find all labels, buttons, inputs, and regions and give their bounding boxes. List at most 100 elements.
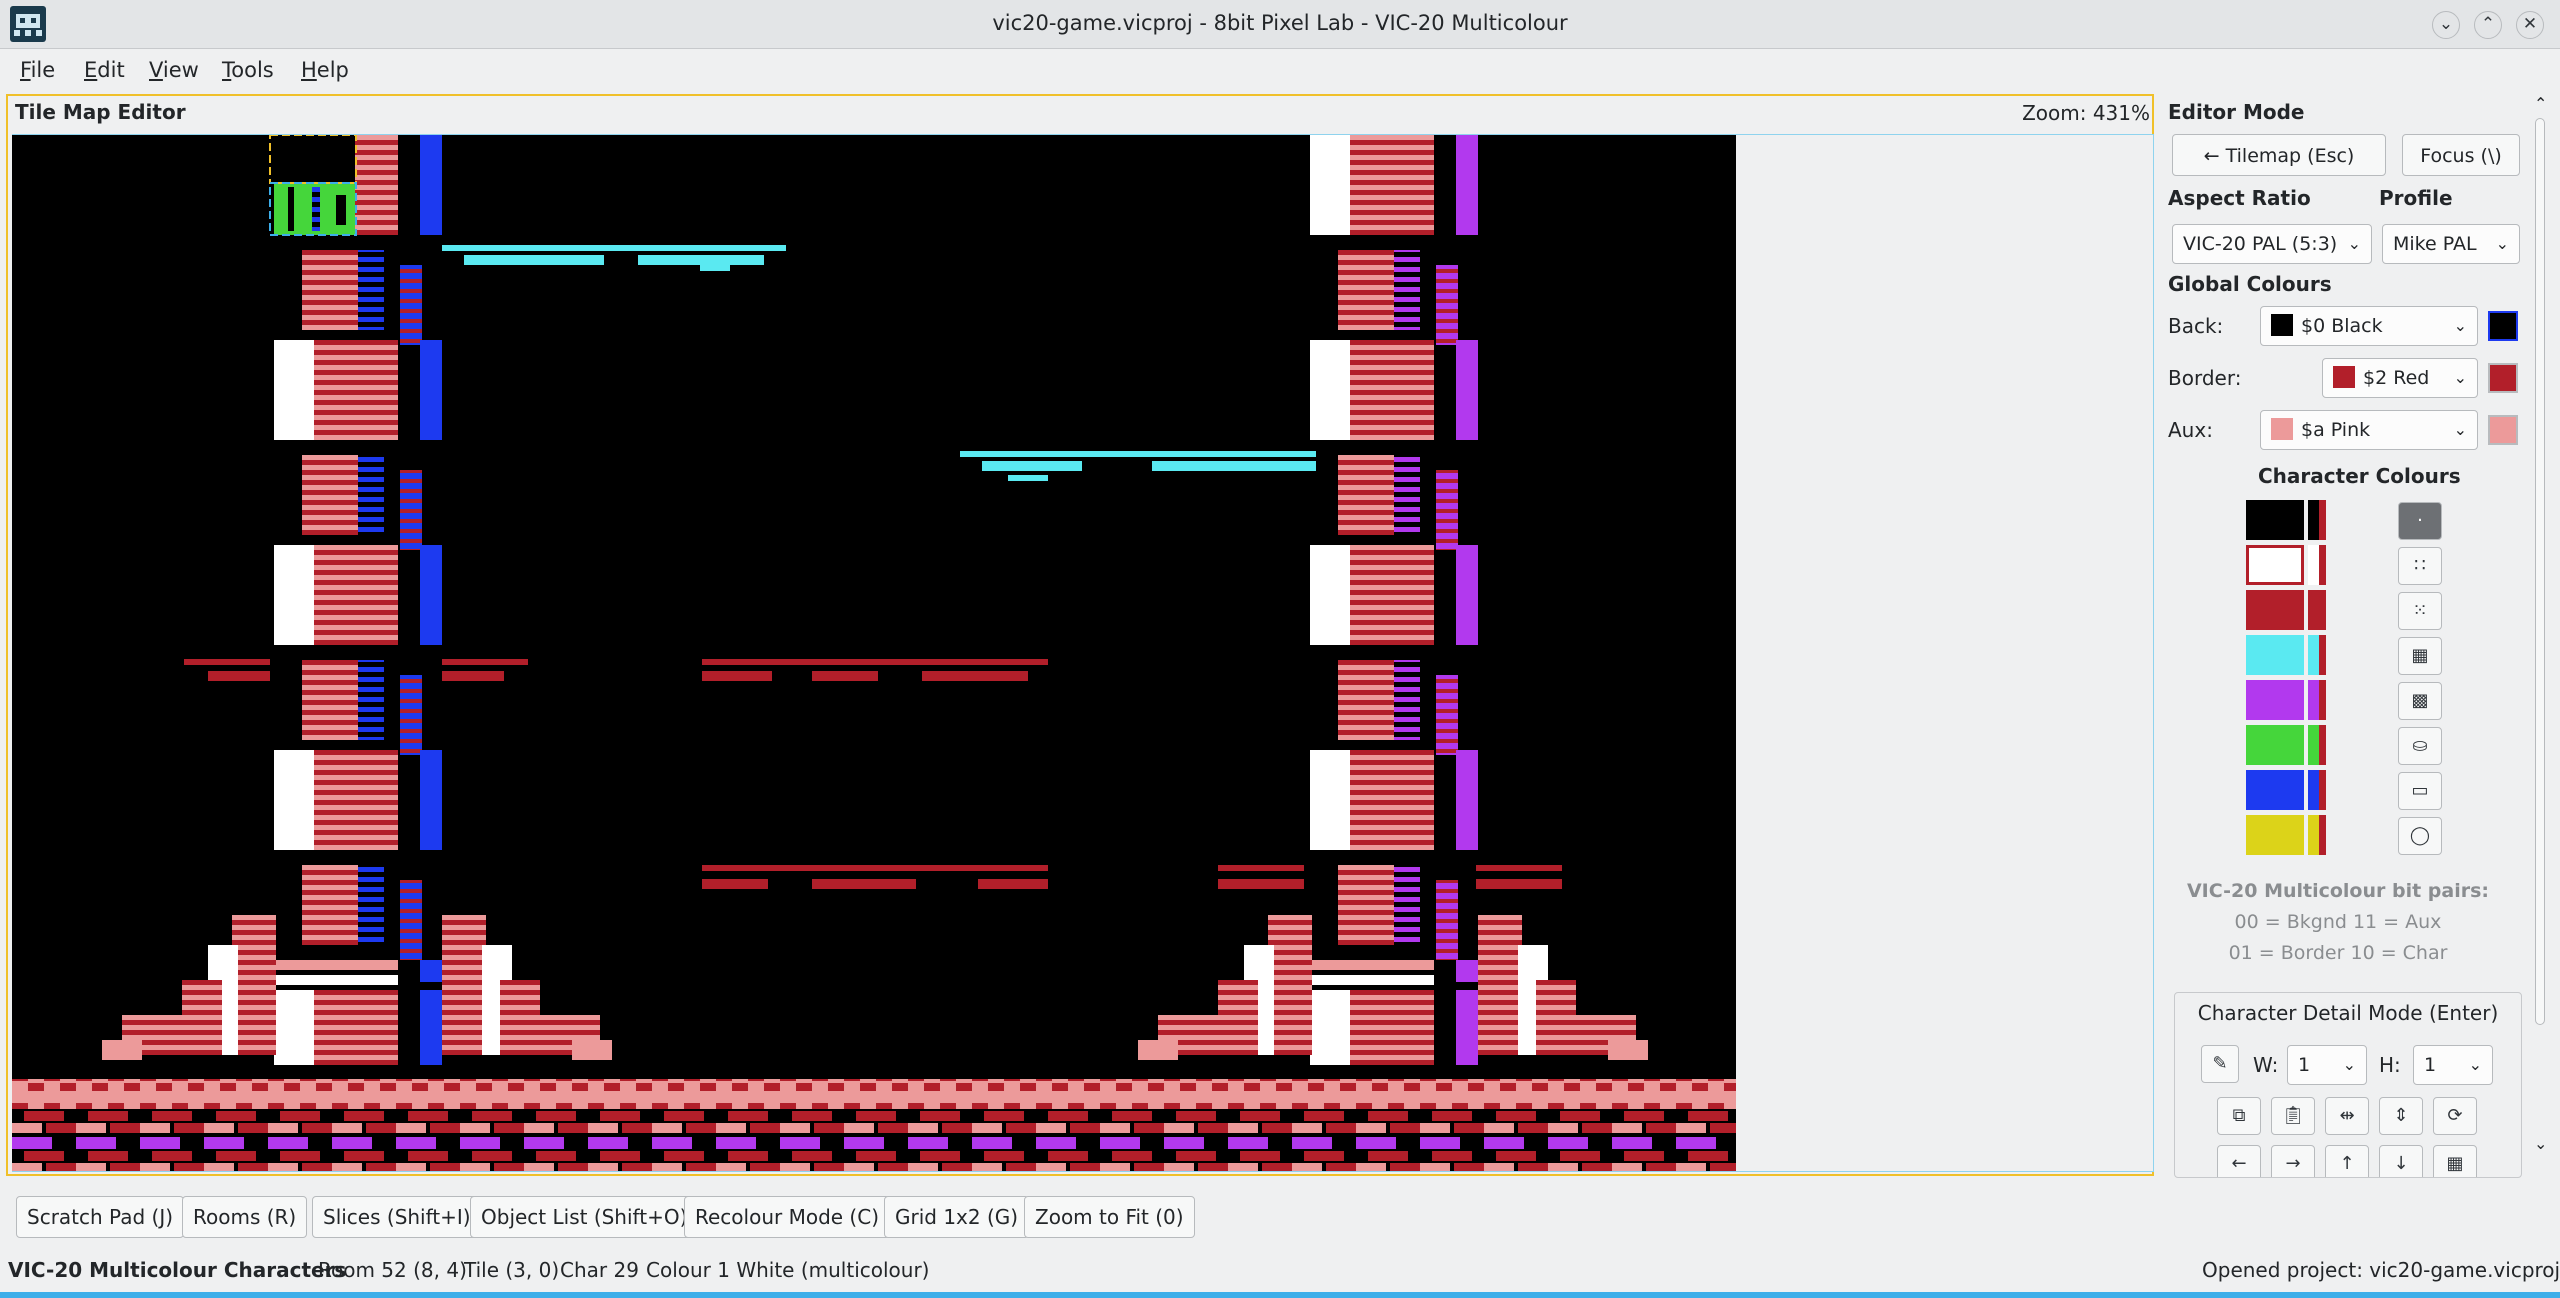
shift-left-icon[interactable]: ← [2217, 1145, 2261, 1177]
editor-title: Tile Map Editor [15, 100, 186, 124]
aspect-ratio-heading: Aspect Ratio [2168, 186, 2311, 210]
char-colour-black-preview [2308, 500, 2326, 540]
chevron-down-icon: ⌄ [2468, 1055, 2482, 1074]
pencil-icon[interactable]: ✎ [2201, 1045, 2239, 1083]
status-tile: Tile (3, 0) [464, 1258, 560, 1282]
object-list-button[interactable]: Object List (Shift+O) [470, 1196, 699, 1238]
fill-bucket-icon[interactable]: ⛀ [2398, 727, 2442, 765]
paste-icon[interactable]: 📋︎ [2271, 1097, 2315, 1135]
char-colour-yellow-preview [2308, 815, 2326, 855]
floor-bottom [12, 1111, 1736, 1171]
grid-icon[interactable]: ▦ [2433, 1145, 2477, 1177]
width-select[interactable]: 1 ⌄ [2287, 1045, 2367, 1085]
back-colour-select[interactable]: $0 Black ⌄ [2260, 306, 2478, 346]
close-button[interactable]: ✕ [2516, 11, 2544, 39]
grid-button[interactable]: Grid 1x2 (G) [884, 1196, 1030, 1238]
rooms-button[interactable]: Rooms (R) [182, 1196, 308, 1238]
colour-chip [2271, 314, 2293, 336]
back-label: Back: [2168, 314, 2224, 338]
status-colour: Colour 1 White (multicolour) [646, 1258, 930, 1282]
panel-scrollbar-thumb[interactable] [2535, 118, 2545, 1025]
character-colours-heading: Character Colours [2258, 464, 2461, 488]
status-mode: VIC-20 Multicolour Characters [8, 1258, 347, 1282]
aspect-ratio-select[interactable]: VIC-20 PAL (5:3) ⌄ [2172, 224, 2372, 264]
ellipse-tool-icon[interactable]: ◯ [2398, 817, 2442, 855]
aux-label: Aux: [2168, 418, 2213, 442]
menu-edit[interactable]: Edit [84, 58, 125, 82]
aux-colour-select[interactable]: $a Pink ⌄ [2260, 410, 2478, 450]
char-colour-red-preview [2308, 590, 2326, 630]
status-room: Room 52 (8, 4) [318, 1258, 467, 1282]
char-colour-purple-preview [2308, 680, 2326, 720]
shift-up-icon[interactable]: ↑ [2325, 1145, 2369, 1177]
char-colour-purple[interactable] [2246, 680, 2304, 720]
scratch-pad-button[interactable]: Scratch Pad (J) [16, 1196, 185, 1238]
bitpairs-title: VIC-20 Multicolour bit pairs: [2186, 880, 2490, 902]
character-detail-group: Character Detail Mode (Enter) ✎ W: 1 ⌄ H:… [2174, 992, 2522, 1178]
height-select[interactable]: 1 ⌄ [2413, 1045, 2493, 1085]
profile-heading: Profile [2379, 186, 2453, 210]
brush-size-1-icon[interactable]: · [2398, 502, 2442, 540]
taskbar-edge [0, 1292, 2560, 1298]
height-label: H: [2379, 1053, 2401, 1077]
flip-horizontal-icon[interactable]: ⇹ [2325, 1097, 2369, 1135]
aux-colour-swatch[interactable] [2488, 415, 2518, 445]
brush-size-2-icon[interactable]: ∷ [2398, 547, 2442, 585]
colour-chip [2271, 418, 2293, 440]
slices-button[interactable]: Slices (Shift+I) [312, 1196, 482, 1238]
menu-view[interactable]: View [149, 58, 199, 82]
focus-button[interactable]: Focus (\) [2402, 134, 2520, 176]
menu-help[interactable]: Help [301, 58, 349, 82]
border-colour-swatch[interactable] [2488, 363, 2518, 393]
copy-icon[interactable]: ⧉ [2217, 1097, 2261, 1135]
recolour-mode-button[interactable]: Recolour Mode (C) [684, 1196, 891, 1238]
flip-vertical-icon[interactable]: ⇕ [2379, 1097, 2423, 1135]
shift-right-icon[interactable]: → [2271, 1145, 2315, 1177]
char-colour-white[interactable] [2246, 545, 2304, 585]
rectangle-tool-icon[interactable]: ▭ [2398, 772, 2442, 810]
char-colour-cyan[interactable] [2246, 635, 2304, 675]
char-colour-yellow[interactable] [2246, 815, 2304, 855]
zoom-to-fit-button[interactable]: Zoom to Fit (0) [1024, 1196, 1195, 1238]
menu-file[interactable]: File [20, 58, 55, 82]
chevron-down-icon: ⌄ [2453, 316, 2467, 335]
char-colour-green[interactable] [2246, 725, 2304, 765]
maximize-button[interactable]: ⌃ [2474, 11, 2502, 39]
brush-size-5-icon[interactable]: ▩ [2398, 682, 2442, 720]
char-colour-blue-preview [2308, 770, 2326, 810]
zoom-level: Zoom: 431% [2022, 101, 2150, 125]
char-colour-green-preview [2308, 725, 2326, 765]
char-colour-black[interactable] [2246, 500, 2304, 540]
global-colours-heading: Global Colours [2168, 272, 2332, 296]
brush-size-4-icon[interactable]: ▦ [2398, 637, 2442, 675]
editor-mode-heading: Editor Mode [2168, 100, 2305, 124]
detail-mode-title: Character Detail Mode (Enter) [2197, 1001, 2499, 1025]
tilemap-button[interactable]: ← Tilemap (Esc) [2172, 134, 2386, 176]
window-title: vic20-game.vicproj - 8bit Pixel Lab - VI… [992, 11, 1568, 35]
floor-top [12, 1079, 1736, 1109]
menu-bar: File Edit View Tools Help [0, 48, 2560, 94]
minimize-button[interactable]: ⌄ [2432, 11, 2460, 39]
status-project: Opened project: vic20-game.vicproj [2202, 1258, 2560, 1282]
scroll-down-icon[interactable]: ⌄ [2534, 1134, 2547, 1153]
chevron-down-icon: ⌄ [2495, 234, 2509, 253]
chevron-down-icon: ⌄ [2347, 234, 2361, 253]
bitpairs-line1: 00 = Bkgnd 11 = Aux [2234, 911, 2442, 933]
char-colour-red[interactable] [2246, 590, 2304, 630]
char-colour-blue[interactable] [2246, 770, 2304, 810]
status-char: Char 29 [560, 1258, 639, 1282]
brush-size-3-icon[interactable]: ⁙ [2398, 592, 2442, 630]
shift-down-icon[interactable]: ↓ [2379, 1145, 2423, 1177]
bitpairs-line2: 01 = Border 10 = Char [2228, 942, 2448, 964]
border-colour-select[interactable]: $2 Red ⌄ [2322, 358, 2478, 398]
scroll-up-icon[interactable]: ⌃ [2534, 94, 2547, 113]
rotate-icon[interactable]: ⟳ [2433, 1097, 2477, 1135]
chevron-down-icon: ⌄ [2453, 420, 2467, 439]
menu-tools[interactable]: Tools [222, 58, 274, 82]
profile-select[interactable]: Mike PAL ⌄ [2382, 224, 2520, 264]
title-bar: vic20-game.vicproj - 8bit Pixel Lab - VI… [0, 0, 2560, 49]
back-colour-swatch[interactable] [2488, 311, 2518, 341]
border-label: Border: [2168, 366, 2242, 390]
char-colour-white-preview [2308, 545, 2326, 585]
tile-map-canvas[interactable] [12, 135, 1736, 1171]
